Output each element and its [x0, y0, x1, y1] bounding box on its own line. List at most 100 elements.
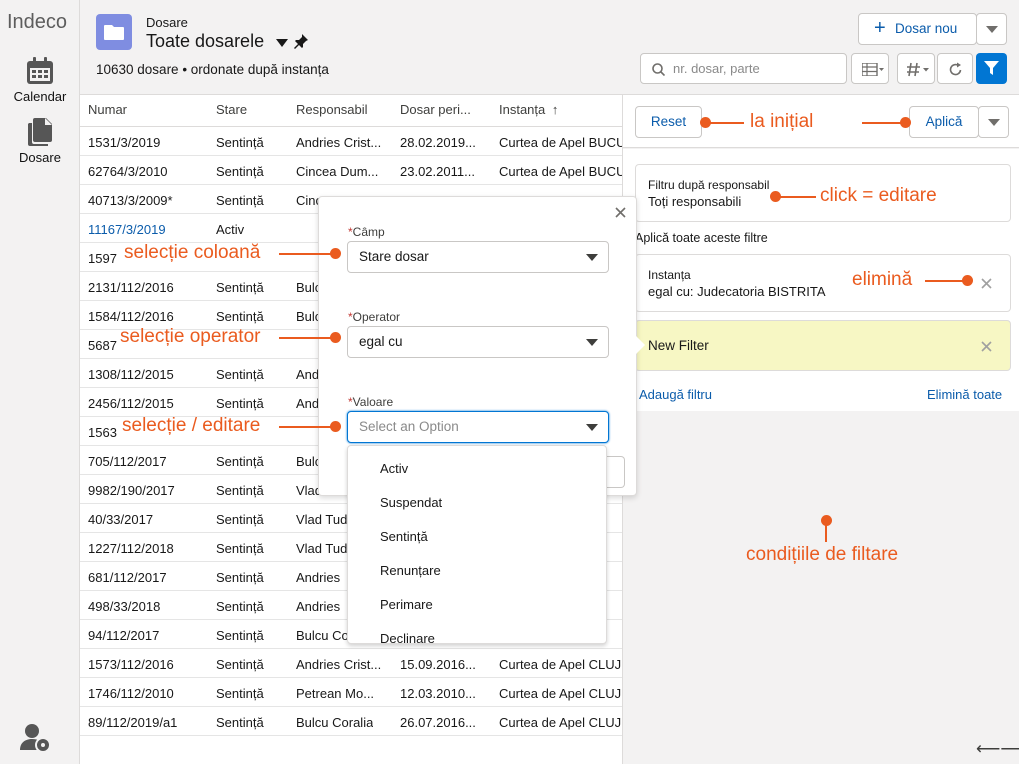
- table-cell: Sentință: [216, 599, 264, 614]
- plus-icon: +: [874, 17, 886, 39]
- add-filter-link[interactable]: Adaugă filtru: [639, 387, 712, 402]
- reset-button[interactable]: Reset: [635, 106, 702, 138]
- table-cell[interactable]: 681/112/2017: [88, 570, 167, 585]
- table-cell[interactable]: 1531/3/2019: [88, 135, 160, 150]
- annotation-dot: [962, 275, 973, 286]
- option-suspendat[interactable]: Suspendat: [380, 495, 442, 510]
- table-cell: Sentință: [216, 715, 264, 730]
- table-cell[interactable]: 1308/112/2015: [88, 367, 174, 382]
- operator-value: egal cu: [359, 334, 403, 349]
- option-activ[interactable]: Activ: [380, 461, 408, 476]
- table-cell[interactable]: 89/112/2019/a1: [88, 715, 177, 730]
- filter-card-instanta[interactable]: Instanța egal cu: Judecatoria BISTRITA: [635, 254, 1011, 312]
- table-cell[interactable]: 498/33/2018: [88, 599, 160, 614]
- field-combobox[interactable]: Stare dosar: [347, 241, 609, 273]
- list-view-title[interactable]: Toate dosarele: [146, 31, 264, 52]
- sidebar-item-label: Dosare: [19, 150, 61, 165]
- table-cell: Vlad Tud: [296, 512, 348, 527]
- table-cell[interactable]: 2456/112/2015: [88, 396, 174, 411]
- list-controls-button[interactable]: [897, 53, 935, 84]
- table-cell: Sentință: [216, 541, 264, 556]
- operator-combobox[interactable]: egal cu: [347, 326, 609, 358]
- table-cell[interactable]: 1746/112/2010: [88, 686, 174, 701]
- user-settings-icon[interactable]: [20, 722, 52, 757]
- sidebar-item-calendar[interactable]: Calendar: [0, 56, 80, 104]
- filter-button[interactable]: [976, 53, 1007, 84]
- table-cell[interactable]: 1573/112/2016: [88, 657, 174, 672]
- table-cell[interactable]: 9982/190/2017: [88, 483, 175, 498]
- table-cell: Sentință: [216, 367, 264, 382]
- remove-filter-icon[interactable]: [981, 278, 992, 289]
- table-cell[interactable]: 1227/112/2018: [88, 541, 174, 556]
- new-record-label: Dosar nou: [895, 21, 958, 36]
- table-cell: Sentință: [216, 454, 264, 469]
- table-cell[interactable]: 62764/3/2010: [88, 164, 168, 179]
- table-cell[interactable]: 40713/3/2009*: [88, 193, 173, 208]
- annotation-owner: click = editare: [820, 185, 937, 206]
- annotation-dot: [330, 248, 341, 259]
- calendar-icon: [27, 57, 53, 84]
- annotation-line: [776, 196, 816, 198]
- table-cell[interactable]: 705/112/2017: [88, 454, 167, 469]
- filter-condition: egal cu: Judecatoria BISTRITA: [648, 284, 826, 299]
- table-cell[interactable]: 40/33/2017: [88, 512, 153, 527]
- table-cell[interactable]: 11167/3/2019: [88, 222, 166, 237]
- refresh-button[interactable]: [937, 53, 973, 84]
- chevron-down-icon: [988, 119, 1000, 126]
- chevron-down-icon: [586, 424, 598, 431]
- search-input[interactable]: nr. dosar, parte: [640, 53, 847, 84]
- table-cell: 26.07.2016...: [400, 715, 476, 730]
- table-cell[interactable]: 1597: [88, 251, 117, 266]
- popover-pointer: [636, 336, 645, 354]
- collapse-arrows-icon[interactable]: ⟵⟶: [976, 739, 1019, 759]
- remove-filter-icon[interactable]: [981, 341, 992, 352]
- value-options-list: Activ Suspendat Sentință Renunțare Perim…: [347, 445, 607, 644]
- table-cell: Sentință: [216, 396, 264, 411]
- sidebar-item-dosare[interactable]: Dosare: [0, 117, 80, 165]
- annotation-dot: [900, 117, 911, 128]
- column-header-stare[interactable]: Stare: [216, 102, 247, 117]
- option-renuntare[interactable]: Renunțare: [380, 563, 441, 578]
- table-cell: Activ: [216, 222, 245, 237]
- option-declinare[interactable]: Declinare: [380, 631, 435, 643]
- new-record-menu-button[interactable]: [976, 13, 1007, 45]
- remove-all-link[interactable]: Elimină toate: [927, 387, 1002, 402]
- annotation-dot: [330, 332, 341, 343]
- pin-icon[interactable]: [293, 33, 309, 52]
- table-cell[interactable]: 5687: [88, 338, 117, 353]
- close-icon[interactable]: [615, 207, 626, 218]
- app-logo: Indeco: [7, 11, 68, 33]
- column-header-dosar-perimat[interactable]: Dosar peri...: [400, 102, 471, 117]
- table-cell: Sentință: [216, 193, 264, 208]
- table-cell[interactable]: 1563: [88, 425, 117, 440]
- sidebar-item-label: Calendar: [13, 89, 67, 104]
- object-label: Dosare: [146, 15, 188, 30]
- apply-button[interactable]: Aplică: [909, 106, 979, 138]
- list-view-chevron-icon[interactable]: [276, 36, 288, 51]
- documents-icon: [28, 118, 52, 146]
- annotation-reset: la inițial: [750, 111, 814, 132]
- value-combobox[interactable]: Select an Option: [347, 411, 609, 443]
- option-sentinta[interactable]: Sentință: [380, 529, 428, 544]
- table-cell[interactable]: 1584/112/2016: [88, 309, 174, 324]
- table-cell: Vlad Tud: [296, 541, 348, 556]
- table-cell: Sentință: [216, 135, 264, 150]
- table-cell: 12.03.2010...: [400, 686, 476, 701]
- apply-menu-button[interactable]: [978, 106, 1009, 138]
- table-cell: Bulcu Co: [296, 628, 349, 643]
- sort-ascending-icon: ↑: [551, 102, 559, 117]
- column-header-numar[interactable]: Numar: [88, 102, 127, 117]
- table-cell[interactable]: 94/112/2017: [88, 628, 159, 643]
- column-header-responsabil[interactable]: Responsabil: [296, 102, 368, 117]
- display-as-button[interactable]: [851, 53, 889, 84]
- table-cell[interactable]: 2131/112/2016: [88, 280, 174, 295]
- table-cell: Curtea de Apel BUCU: [499, 135, 622, 150]
- value-placeholder: Select an Option: [359, 419, 459, 434]
- option-perimare[interactable]: Perimare: [380, 597, 433, 612]
- refresh-icon: [949, 62, 962, 76]
- column-header-instanta[interactable]: Instanța ↑: [499, 102, 558, 117]
- new-record-button[interactable]: + Dosar nou: [858, 13, 977, 45]
- table-cell: Curtea de Apel CLUJ: [499, 686, 622, 701]
- chevron-down-icon: [586, 339, 598, 346]
- new-filter-card[interactable]: New Filter: [635, 320, 1011, 371]
